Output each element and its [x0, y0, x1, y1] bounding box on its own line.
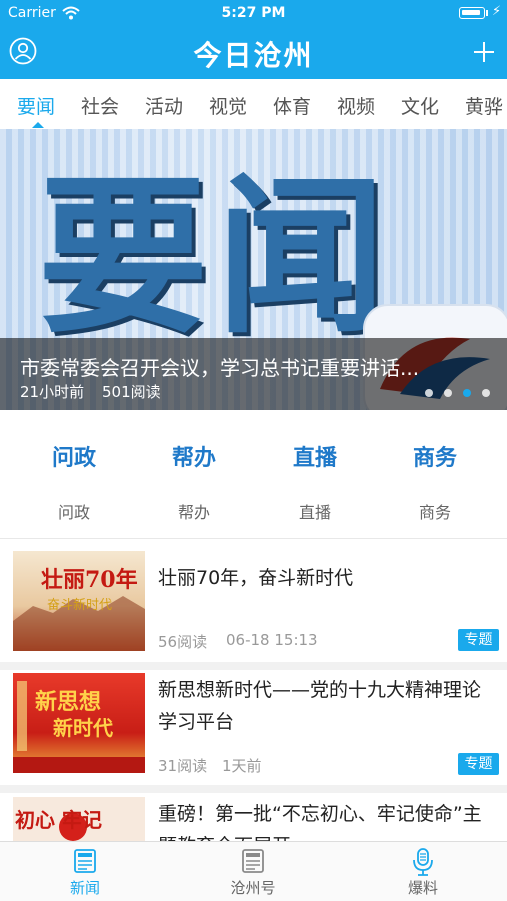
news-reads: 31阅读: [158, 757, 208, 775]
banner-caption-reads: 501阅读: [102, 383, 161, 401]
charging-icon: ⚡: [492, 4, 502, 19]
service-wenzheng-button[interactable]: 问政: [11, 440, 137, 472]
tab-wenhua[interactable]: 文化: [401, 92, 439, 119]
tab-huodong[interactable]: 活动: [145, 92, 183, 119]
battery-tip: [486, 10, 488, 16]
news-title[interactable]: 新思想新时代——党的十九大精神理论学习平台: [158, 674, 498, 738]
app-title: 今日沧州: [193, 39, 314, 72]
tab-shijue[interactable]: 视觉: [209, 92, 247, 119]
news-title[interactable]: 重磅！第一批“不忘初心、牢记使命”主题教育全面展开: [158, 798, 498, 841]
newspaper-icon[interactable]: [73, 848, 97, 874]
status-bar: Carrier 5:27 PM ⚡: [0, 0, 507, 28]
tab-shipin[interactable]: 视频: [337, 92, 375, 119]
service-shangwu-button[interactable]: 商务: [372, 440, 498, 472]
divider: [0, 538, 507, 539]
tabbar-cangzhouhao-label[interactable]: 沧州号: [213, 877, 293, 898]
carousel-dot-active[interactable]: [463, 389, 471, 397]
news-reads: 56阅读: [158, 633, 208, 651]
news-title[interactable]: 壮丽70年，奋斗新时代: [158, 562, 498, 594]
active-tab-indicator: [32, 122, 44, 128]
news-thumbnail[interactable]: 壮丽70年 奋斗新时代: [13, 551, 145, 651]
tab-tiyu[interactable]: 体育: [273, 92, 311, 119]
tabbar-news-label[interactable]: 新闻: [45, 877, 125, 898]
tab-shehui[interactable]: 社会: [81, 92, 119, 119]
banner-caption-title[interactable]: 市委常委会召开会议，学习总书记重要讲话...: [20, 352, 490, 381]
thumbnail-art: 初心 牢记: [15, 808, 102, 841]
tab-huanghua[interactable]: 黄骅: [465, 92, 503, 119]
banner-caption-time: 21小时前: [20, 383, 85, 401]
banner-image-text: 要闻: [38, 157, 395, 357]
microphone-icon[interactable]: [411, 848, 435, 876]
carousel-dot[interactable]: [444, 389, 452, 397]
topic-badge[interactable]: 专题: [458, 629, 499, 651]
divider: [0, 785, 507, 793]
newspaper-icon[interactable]: [241, 848, 265, 874]
news-time: 06-18 15:13: [226, 631, 318, 649]
battery-icon: [459, 7, 485, 19]
service-zhibo-label: 直播: [298, 503, 331, 522]
news-thumbnail[interactable]: 初心 牢记: [13, 797, 145, 841]
service-shangwu-label: 商务: [418, 503, 451, 522]
carousel-dot[interactable]: [482, 389, 490, 397]
thumbnail-subtext: 奋斗新时代: [47, 597, 112, 613]
thumbnail-subtext: 新时代: [53, 716, 113, 740]
news-thumbnail[interactable]: 新思想 新时代: [13, 673, 145, 773]
thumbnail-text: 壮丽70年: [41, 567, 138, 593]
plus-icon[interactable]: [472, 40, 496, 64]
thumbnail-text: 新思想: [35, 689, 101, 715]
thumbnail-art: 新思想 新时代: [13, 681, 145, 773]
service-zhibo-button[interactable]: 直播: [252, 440, 378, 472]
news-time: 1天前: [222, 757, 262, 775]
category-tabs: 要闻 社会 活动 视觉 体育 视频 文化 黄骅: [0, 79, 507, 129]
service-bangban-button[interactable]: 帮办: [131, 440, 257, 472]
service-bangban-label: 帮办: [177, 503, 210, 522]
carousel-dot[interactable]: [425, 389, 433, 397]
divider: [0, 662, 507, 670]
topic-badge[interactable]: 专题: [458, 753, 499, 775]
thumbnail-art: 壮丽70年 奋斗新时代: [13, 567, 145, 651]
clock: 5:27 PM: [221, 5, 286, 21]
tabbar-baoliao-label[interactable]: 爆料: [383, 877, 463, 898]
tab-yaowen[interactable]: 要闻: [17, 92, 55, 119]
thumbnail-text: 初心 牢记: [15, 808, 102, 832]
service-wenzheng-label: 问政: [57, 503, 90, 522]
